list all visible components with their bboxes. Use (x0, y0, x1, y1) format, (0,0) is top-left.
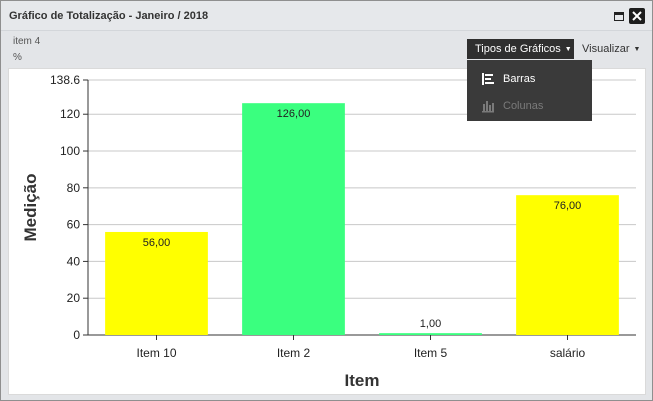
title-bar: Gráfico de Totalização - Janeiro / 2018 (1, 1, 652, 31)
chart-types-label: Tipos de Gráficos (475, 43, 561, 55)
y-tick-label: 0 (73, 328, 80, 342)
menu-item-colunas[interactable]: Colunas (479, 96, 589, 116)
chart-types-menu: Barras Colunas (467, 60, 592, 121)
chart-window: Gráfico de Totalização - Janeiro / 2018 … (0, 0, 653, 401)
y-tick-label: 120 (60, 107, 80, 121)
menu-item-label: Colunas (503, 100, 544, 112)
data-label: 76,00 (554, 200, 582, 212)
close-icon (632, 11, 642, 21)
caret-down-icon: ▼ (633, 46, 641, 53)
y-axis-title: Medição (21, 173, 40, 241)
maximize-button[interactable] (612, 9, 626, 23)
view-button[interactable]: Visualizar ▼ (582, 39, 640, 59)
data-label: 1,00 (420, 318, 441, 330)
bar (516, 195, 619, 335)
series-label: item 4 (13, 36, 41, 47)
y-tick-label: 80 (67, 181, 81, 195)
bars-icon (482, 73, 494, 85)
close-button[interactable] (629, 8, 645, 24)
x-tick-label: Item 5 (414, 346, 448, 360)
menu-item-barras[interactable]: Barras (479, 69, 589, 89)
chart-types-button[interactable]: Tipos de Gráficos ▼ (467, 39, 574, 59)
x-tick-label: Item 10 (136, 346, 176, 360)
y-tick-label: 20 (67, 291, 81, 305)
data-label: 56,00 (143, 237, 171, 249)
unit-label: % (13, 52, 22, 63)
maximize-icon (614, 11, 624, 21)
menu-item-label: Barras (503, 73, 536, 85)
data-label: 126,00 (277, 108, 311, 120)
window-title: Gráfico de Totalização - Janeiro / 2018 (9, 10, 209, 22)
view-label: Visualizar (582, 43, 630, 55)
y-tick-label: 40 (67, 254, 81, 268)
x-tick-label: Item 2 (277, 346, 311, 360)
bar (379, 333, 482, 335)
y-tick-label: 138.6 (50, 73, 80, 87)
x-tick-label: salário (550, 346, 586, 360)
y-tick-label: 60 (67, 218, 81, 232)
caret-down-icon: ▼ (564, 46, 572, 53)
y-tick-label: 100 (60, 144, 80, 158)
x-axis-title: Item (345, 371, 380, 390)
columns-icon (482, 101, 494, 113)
bar (242, 103, 345, 335)
